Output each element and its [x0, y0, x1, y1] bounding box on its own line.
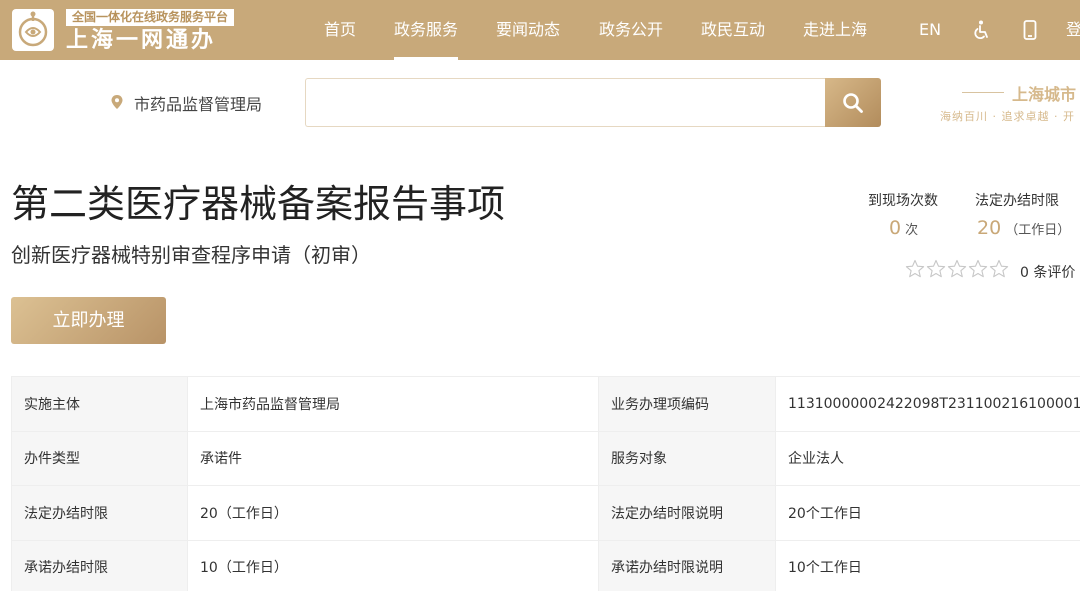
accessibility-icon[interactable] [970, 19, 992, 41]
field-value: 20个工作日 [775, 485, 1080, 541]
field-value: 10（工作日） [187, 539, 599, 591]
page-subtitle: 创新医疗器械特别审查程序申请（初审） [11, 243, 371, 267]
legal-limit-label: 法定办结时限 [975, 193, 1059, 209]
rating-count[interactable]: 0 条评价 [1020, 262, 1075, 282]
top-header: 全国一体化在线政务服务平台 上海一网通办 首页 政务服务 要闻动态 政务公开 政… [0, 0, 1080, 60]
field-label: 办件类型 [11, 430, 188, 486]
apply-now-button[interactable]: 立即办理 [11, 297, 166, 344]
table-row: 办件类型 承诺件 服务对象 企业法人 [11, 430, 1080, 486]
mobile-icon[interactable] [1019, 19, 1041, 41]
nav-home[interactable]: 首页 [324, 0, 356, 60]
search-icon [843, 93, 863, 113]
language-toggle[interactable]: EN [919, 0, 941, 60]
field-label: 业务办理项编码 [598, 376, 776, 432]
legal-limit-unit: （工作日） [1005, 223, 1071, 238]
location-selector[interactable]: 市药品监督管理局 [134, 91, 262, 115]
visits-label: 到现场次数 [868, 193, 938, 209]
field-label: 实施主体 [11, 376, 188, 432]
search-input[interactable] [305, 78, 826, 127]
field-label: 法定办结时限 [11, 485, 188, 541]
field-label: 承诺办结时限说明 [598, 539, 776, 591]
field-label: 服务对象 [598, 430, 776, 486]
legal-limit-value: 20 （工作日） [977, 217, 1070, 239]
city-slogan-subtitle: 海纳百川 · 追求卓越 · 开 [940, 110, 1075, 123]
nav-interaction[interactable]: 政民互动 [701, 0, 765, 60]
field-value: 11310000002422098T231100216100001 [775, 376, 1080, 432]
location-pin-icon [111, 95, 123, 109]
star-icon[interactable] [968, 259, 988, 279]
table-row: 承诺办结时限 10（工作日） 承诺办结时限说明 10个工作日 [11, 539, 1080, 591]
logo-emblem-icon [18, 11, 48, 47]
visits-count: 0 [889, 217, 902, 239]
site-logo[interactable] [12, 9, 54, 51]
nav-gov-services[interactable]: 政务服务 [394, 0, 459, 60]
star-icon[interactable] [947, 259, 967, 279]
legal-limit-days: 20 [977, 217, 1002, 239]
field-value: 20（工作日） [187, 485, 599, 541]
field-label: 法定办结时限说明 [598, 485, 776, 541]
field-value: 企业法人 [775, 430, 1080, 486]
star-icon[interactable] [989, 259, 1009, 279]
page-title: 第二类医疗器械备案报告事项 [11, 182, 506, 226]
search-button[interactable] [825, 78, 881, 127]
table-row: 实施主体 上海市药品监督管理局 业务办理项编码 11310000002422098T2… [11, 376, 1080, 432]
nav-about-shanghai[interactable]: 走进上海 [803, 0, 867, 60]
nav-gov-disclosure[interactable]: 政务公开 [599, 0, 663, 60]
visits-unit: 次 [905, 223, 919, 238]
field-value: 上海市药品监督管理局 [187, 376, 599, 432]
service-info-table: 实施主体 上海市药品监督管理局 业务办理项编码 11310000002422098T2… [11, 376, 1080, 591]
platform-tagline: 全国一体化在线政务服务平台 [66, 9, 235, 26]
star-icon[interactable] [905, 259, 925, 279]
slogan-divider [962, 92, 1004, 93]
table-row: 法定办结时限 20（工作日） 法定办结时限说明 20个工作日 [11, 485, 1080, 541]
nav-news[interactable]: 要闻动态 [496, 0, 560, 60]
star-icon[interactable] [926, 259, 946, 279]
field-value: 承诺件 [187, 430, 599, 486]
field-label: 承诺办结时限 [11, 539, 188, 591]
city-slogan-title: 上海城市 [1012, 85, 1077, 104]
field-value: 10个工作日 [775, 539, 1080, 591]
platform-name: 上海一网通办 [66, 28, 217, 53]
rating-stars [905, 259, 1010, 281]
visits-value: 0次 [889, 217, 918, 239]
login-link[interactable]: 登 [1066, 0, 1080, 60]
